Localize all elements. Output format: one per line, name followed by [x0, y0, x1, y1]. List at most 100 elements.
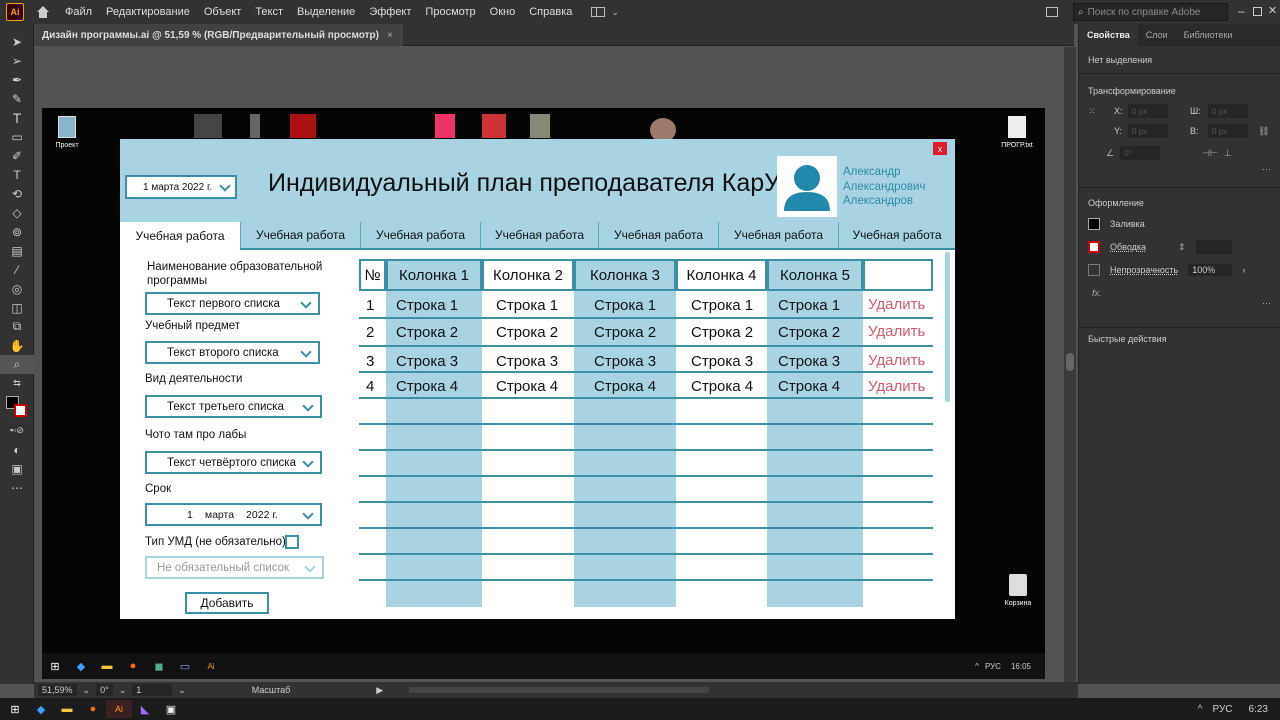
umd-select[interactable]: Не обязательный список — [145, 556, 324, 579]
hand-tool-icon[interactable]: ✋ — [0, 336, 34, 355]
artboard-tool-icon[interactable]: ⧉ — [0, 317, 34, 336]
table-cell[interactable]: Строка 1 — [496, 295, 558, 315]
tab-libraries[interactable]: Библиотеки — [1176, 24, 1241, 46]
blend-tool-icon[interactable]: ◎ — [0, 279, 34, 298]
firefox-icon[interactable]: ● — [120, 657, 146, 675]
close-icon[interactable]: ✕ — [1268, 4, 1277, 17]
illustrator-taskbar-icon[interactable]: Ai — [106, 700, 132, 718]
tab-educational-work-5[interactable]: Учебная работа — [598, 222, 718, 250]
table-cell[interactable]: Строка 3 — [396, 351, 458, 371]
fill-swatch-icon[interactable] — [1088, 218, 1100, 230]
menu-select[interactable]: Выделение — [290, 0, 362, 24]
opacity-label[interactable]: Непрозрачность — [1110, 265, 1178, 275]
menu-object[interactable]: Объект — [197, 0, 248, 24]
table-cell[interactable]: Строка 2 — [594, 322, 656, 342]
zoom-field[interactable]: 51,59% — [38, 684, 77, 696]
explorer-icon[interactable]: ▬ — [54, 700, 80, 718]
firefox-icon[interactable]: ● — [80, 700, 106, 718]
table-cell[interactable]: Строка 1 — [396, 295, 458, 315]
chevron-down-icon[interactable]: ⌄ — [83, 685, 91, 696]
activity-select[interactable]: Текст третьего списка — [145, 395, 322, 418]
table-cell[interactable]: Строка 4 — [778, 376, 840, 396]
tab-educational-work-6[interactable]: Учебная работа — [718, 222, 838, 250]
more-tools-icon[interactable]: ⋯ — [0, 478, 34, 497]
warp-tool-icon[interactable]: ⊚ — [0, 222, 34, 241]
inner-lang[interactable]: РУС — [985, 662, 1001, 671]
umd-checkbox[interactable] — [285, 535, 299, 549]
tray-chevron-icon[interactable]: ^ — [1198, 704, 1203, 715]
more-options-icon[interactable]: ⋯ — [1088, 298, 1271, 309]
labs-select[interactable]: Текст четвёртого списка — [145, 451, 322, 474]
opacity-field[interactable]: 100% — [1188, 264, 1233, 276]
workspace-switcher-icon[interactable] — [591, 7, 606, 17]
document-tab[interactable]: Дизайн программы.ai @ 51,59 % (RGB/Предв… — [34, 24, 403, 46]
stroke-swatch-icon[interactable] — [1088, 241, 1100, 253]
chevron-down-icon[interactable]: ⌄ — [119, 685, 127, 696]
table-cell[interactable]: Строка 3 — [691, 351, 753, 371]
table-cell[interactable]: Строка 2 — [396, 322, 458, 342]
rotate-field[interactable]: 0° — [1120, 146, 1161, 160]
photos-icon[interactable]: ▣ — [158, 700, 184, 718]
height-field[interactable]: 0 px — [1208, 124, 1248, 138]
table-cell[interactable]: Строка 4 — [396, 376, 458, 396]
chevron-down-icon[interactable]: ⌄ — [611, 7, 619, 18]
program-select[interactable]: Текст первого списка — [145, 292, 320, 315]
subject-select[interactable]: Текст второго списка — [145, 341, 320, 364]
table-cell[interactable]: Строка 1 — [778, 295, 840, 315]
language-indicator[interactable]: РУС — [1213, 704, 1233, 715]
table-cell[interactable]: Строка 2 — [496, 322, 558, 342]
type-tool-icon[interactable]: T — [0, 108, 34, 127]
tab-educational-work-7[interactable]: Учебная работа — [838, 222, 955, 250]
close-tab-icon[interactable]: × — [387, 30, 393, 41]
table-cell[interactable]: Строка 2 — [778, 322, 840, 342]
table-cell[interactable]: Строка 3 — [496, 351, 558, 371]
eyedropper-tool-icon[interactable]: ⁄ — [0, 260, 34, 279]
table-cell[interactable]: Строка 2 — [691, 322, 753, 342]
menu-effect[interactable]: Эффект — [362, 0, 418, 24]
direct-selection-tool-icon[interactable]: ➢ — [0, 51, 34, 70]
windows-start-icon[interactable]: ⊞ — [42, 657, 68, 675]
curvature-tool-icon[interactable]: ✎ — [0, 89, 34, 108]
tab-educational-work-4[interactable]: Учебная работа — [480, 222, 598, 250]
flip-vertical-icon[interactable]: ⊥ — [1224, 148, 1232, 159]
x-field[interactable]: 0 px — [1128, 104, 1168, 118]
maximize-icon[interactable] — [1253, 7, 1262, 16]
table-cell[interactable]: Строка 3 — [594, 351, 656, 371]
tray-chevron-icon[interactable]: ^ — [975, 662, 979, 671]
rotate-tool-icon[interactable]: ⟲ — [0, 184, 34, 203]
deadline-select[interactable]: 1 марта 2022 г. — [145, 503, 322, 526]
paintbrush-tool-icon[interactable]: ✐ — [0, 146, 34, 165]
stroke-width-stepper[interactable]: ⇕ — [1178, 242, 1186, 253]
horizontal-scrollbar[interactable] — [409, 687, 710, 693]
table-scrollbar[interactable] — [945, 252, 950, 402]
explorer-icon[interactable]: ▬ — [94, 657, 120, 675]
fx-button[interactable]: fx. — [1092, 288, 1271, 298]
rectangle-tool-icon[interactable]: ▭ — [0, 127, 34, 146]
play-icon[interactable]: ▶ — [376, 685, 383, 696]
table-cell[interactable]: Строка 1 — [594, 295, 656, 315]
delete-row-button[interactable]: Удалить — [868, 294, 925, 314]
stroke-label[interactable]: Обводка — [1110, 242, 1146, 252]
width-field[interactable]: 0 px — [1208, 104, 1248, 118]
flip-horizontal-icon[interactable]: ⊣⊢ — [1202, 148, 1218, 159]
color-mode-icon[interactable]: ▪▫⊘ — [0, 421, 34, 440]
eraser-tool-icon[interactable]: ◇ — [0, 203, 34, 222]
chevron-right-icon[interactable]: › — [1242, 265, 1245, 275]
tab-educational-work-2[interactable]: Учебная работа — [240, 222, 360, 250]
window-close-button[interactable]: x — [933, 142, 947, 155]
vscode-icon[interactable]: ◆ — [28, 700, 54, 718]
table-cell[interactable]: Строка 4 — [496, 376, 558, 396]
gradient-tool-icon[interactable]: ▤ — [0, 241, 34, 260]
table-cell[interactable]: Строка 4 — [691, 376, 753, 396]
table-cell[interactable]: Строка 1 — [691, 295, 753, 315]
vertical-scrollbar[interactable] — [1064, 47, 1076, 683]
delete-row-button[interactable]: Удалить — [868, 350, 925, 370]
tab-properties[interactable]: Свойства — [1079, 24, 1138, 46]
rotation-field[interactable]: 0° — [96, 684, 113, 696]
header-column-4[interactable]: Колонка 4 — [676, 259, 767, 291]
illustrator-taskbar-icon[interactable]: Ai — [198, 657, 224, 675]
header-column-1[interactable]: Колонка 1 — [386, 259, 482, 291]
date-select[interactable]: 1 марта 2022 г. — [125, 175, 237, 199]
fill-stroke-icon[interactable] — [0, 393, 34, 421]
home-icon[interactable] — [36, 5, 50, 19]
